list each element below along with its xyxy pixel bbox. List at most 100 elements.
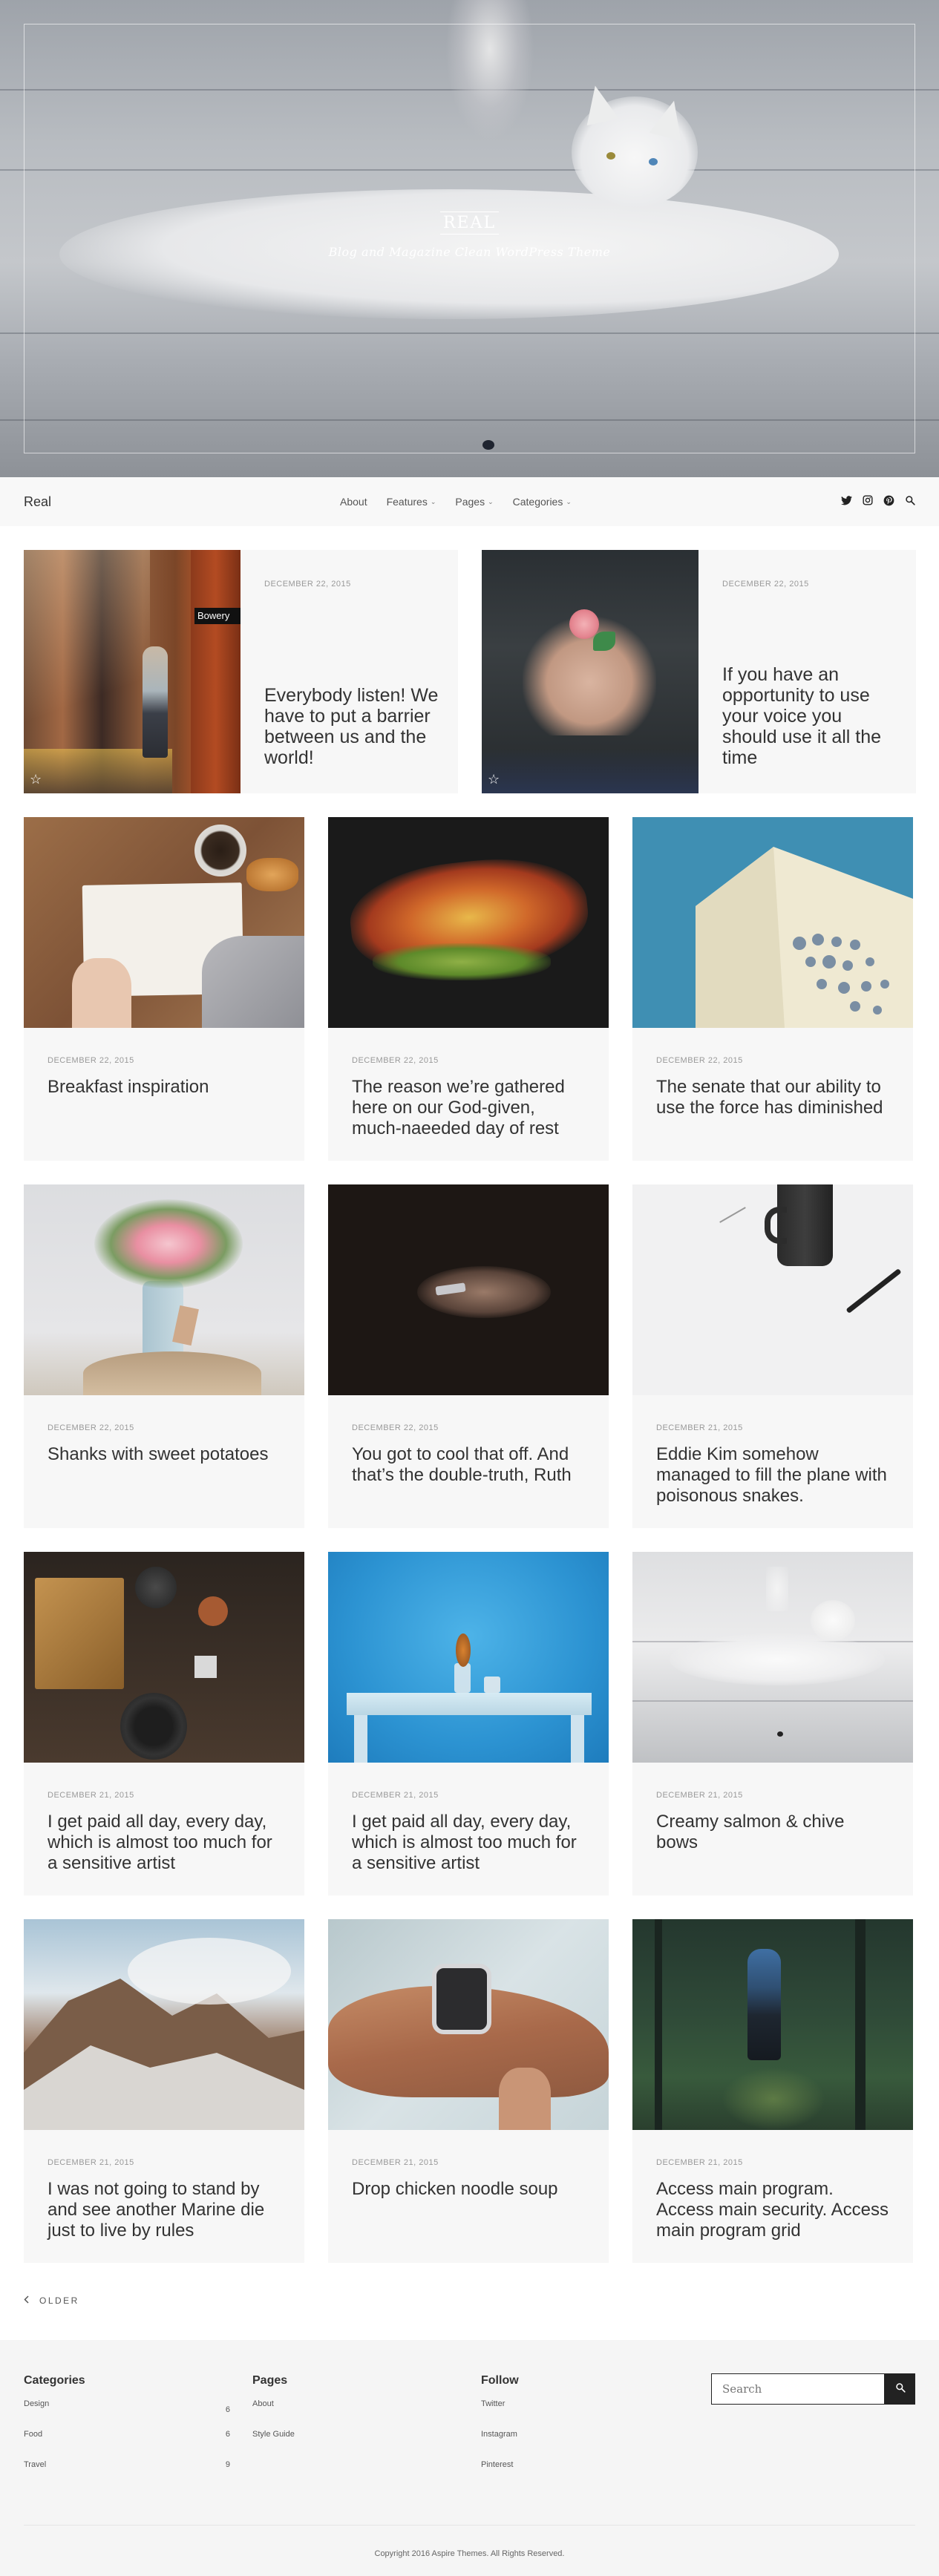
category-item[interactable]: Design 6 bbox=[24, 2399, 230, 2430]
nav-item-categories[interactable]: Categories ⌄ bbox=[513, 496, 572, 508]
post-card[interactable]: DECEMBER 21, 2015 Access main program. A… bbox=[632, 1919, 913, 2263]
post-card[interactable]: DECEMBER 21, 2015 I was not going to sta… bbox=[24, 1919, 304, 2263]
spice-bowl bbox=[198, 1596, 228, 1626]
forest-path bbox=[722, 2068, 825, 2130]
plank-line bbox=[632, 1700, 913, 1702]
search-button[interactable] bbox=[885, 2373, 915, 2405]
nav-item-pages[interactable]: Pages ⌄ bbox=[455, 496, 493, 508]
category-count: 9 bbox=[225, 2460, 230, 2469]
category-count: 6 bbox=[225, 2405, 230, 2414]
category-label[interactable]: Design bbox=[24, 2399, 49, 2430]
glass-jar bbox=[484, 1677, 500, 1693]
glass-vase bbox=[454, 1663, 471, 1693]
instagram-icon[interactable] bbox=[863, 495, 873, 508]
post-card[interactable]: DECEMBER 22, 2015 Shanks with sweet pota… bbox=[24, 1184, 304, 1528]
cat-body bbox=[670, 1633, 885, 1685]
tree-trunk bbox=[655, 1919, 662, 2130]
post-image[interactable] bbox=[24, 1184, 304, 1395]
featured-post-image[interactable]: Bowery ☆ bbox=[24, 550, 241, 793]
post-image[interactable] bbox=[24, 817, 304, 1028]
post-card[interactable]: DECEMBER 21, 2015 I get paid all day, ev… bbox=[24, 1552, 304, 1895]
nav-brand[interactable]: Real bbox=[24, 494, 51, 510]
category-item[interactable]: Food 6 bbox=[24, 2430, 230, 2460]
building-graphic bbox=[696, 847, 913, 1028]
footer-link-label[interactable]: Style Guide bbox=[252, 2430, 295, 2460]
post-card[interactable]: DECEMBER 22, 2015 You got to cool that o… bbox=[328, 1184, 609, 1528]
table-leg bbox=[571, 1715, 584, 1763]
star-icon: ☆ bbox=[30, 772, 42, 787]
post-card[interactable]: DECEMBER 21, 2015 Drop chicken noodle so… bbox=[328, 1919, 609, 2263]
post-image[interactable] bbox=[632, 817, 913, 1028]
nav-item-features[interactable]: Features ⌄ bbox=[387, 496, 436, 508]
post-card-body: DECEMBER 22, 2015 You got to cool that o… bbox=[328, 1395, 609, 1486]
post-image[interactable] bbox=[632, 1184, 913, 1395]
post-title[interactable]: Access main program. Access main securit… bbox=[656, 2179, 889, 2241]
post-date: DECEMBER 21, 2015 bbox=[48, 1791, 134, 1800]
main-navigation: Real About Features ⌄ Pages ⌄ Categories ⌄ bbox=[0, 477, 939, 526]
post-image[interactable] bbox=[24, 1919, 304, 2130]
footer-link-label[interactable]: Instagram bbox=[481, 2430, 517, 2460]
rose-flower bbox=[569, 609, 599, 639]
footer-link-twitter[interactable]: Twitter bbox=[481, 2399, 659, 2430]
footer-link-label[interactable]: About bbox=[252, 2399, 274, 2430]
category-label[interactable]: Travel bbox=[24, 2460, 46, 2491]
post-card-body: DECEMBER 21, 2015 I get paid all day, ev… bbox=[328, 1763, 609, 1874]
post-card[interactable]: DECEMBER 22, 2015 The reason we’re gathe… bbox=[328, 817, 609, 1161]
post-card[interactable]: DECEMBER 22, 2015 Breakfast inspiration bbox=[24, 817, 304, 1161]
post-card[interactable]: DECEMBER 21, 2015 Eddie Kim somehow mana… bbox=[632, 1184, 913, 1528]
post-card[interactable]: DECEMBER 21, 2015 Creamy salmon & chive … bbox=[632, 1552, 913, 1895]
footer-link-pinterest[interactable]: Pinterest bbox=[481, 2460, 659, 2491]
search-icon[interactable] bbox=[905, 495, 915, 508]
post-title[interactable]: Breakfast inspiration bbox=[48, 1077, 281, 1098]
post-card[interactable]: DECEMBER 21, 2015 I get paid all day, ev… bbox=[328, 1552, 609, 1895]
older-posts-link[interactable]: OLDER bbox=[24, 2295, 79, 2306]
post-image[interactable] bbox=[328, 1919, 609, 2130]
twitter-icon[interactable] bbox=[841, 495, 852, 508]
post-title[interactable]: Drop chicken noodle soup bbox=[352, 2179, 585, 2200]
featured-post-image[interactable]: ☆ bbox=[482, 550, 698, 793]
post-image[interactable] bbox=[24, 1552, 304, 1763]
post-card-body: DECEMBER 21, 2015 Creamy salmon & chive … bbox=[632, 1763, 913, 1853]
mortar-bowl bbox=[135, 1567, 177, 1608]
post-title[interactable]: I get paid all day, every day, which is … bbox=[48, 1812, 281, 1874]
footer-pages-heading: Pages bbox=[252, 2374, 288, 2387]
featured-post-card[interactable]: Bowery ☆ DECEMBER 22, 2015 Everybody lis… bbox=[24, 550, 458, 793]
nav-item-about[interactable]: About bbox=[340, 496, 367, 508]
post-image[interactable] bbox=[632, 1552, 913, 1763]
post-card[interactable]: DECEMBER 22, 2015 The senate that our ab… bbox=[632, 817, 913, 1161]
footer-link-label[interactable]: Pinterest bbox=[481, 2460, 513, 2491]
post-title[interactable]: Everybody listen! We have to put a barri… bbox=[264, 685, 442, 768]
post-title[interactable]: Eddie Kim somehow managed to fill the pl… bbox=[656, 1444, 889, 1507]
post-title[interactable]: The reason we’re gathered here on our Go… bbox=[352, 1077, 585, 1139]
post-title[interactable]: I was not going to stand by and see anot… bbox=[48, 2179, 281, 2241]
post-image[interactable] bbox=[328, 1184, 609, 1395]
post-image[interactable] bbox=[632, 1919, 913, 2130]
category-label[interactable]: Food bbox=[24, 2430, 42, 2460]
post-title[interactable]: I get paid all day, every day, which is … bbox=[352, 1812, 585, 1874]
post-date: DECEMBER 22, 2015 bbox=[264, 580, 351, 589]
post-date: DECEMBER 21, 2015 bbox=[656, 2158, 743, 2167]
pinterest-icon[interactable] bbox=[883, 495, 894, 509]
post-title[interactable]: The senate that our ability to use the f… bbox=[656, 1077, 889, 1118]
post-title[interactable]: You got to cool that off. And that’s the… bbox=[352, 1444, 585, 1486]
featured-post-card[interactable]: ☆ DECEMBER 22, 2015 If you have an oppor… bbox=[482, 550, 916, 793]
footer-link-style-guide[interactable]: Style Guide bbox=[252, 2430, 431, 2460]
salt-cube bbox=[194, 1656, 217, 1678]
post-date: DECEMBER 22, 2015 bbox=[48, 1056, 134, 1065]
search-input[interactable] bbox=[711, 2373, 885, 2405]
footer-link-about[interactable]: About bbox=[252, 2399, 431, 2430]
green-leaves bbox=[373, 943, 551, 980]
post-title[interactable]: Shanks with sweet potatoes bbox=[48, 1444, 281, 1465]
site-title[interactable]: REAL bbox=[439, 212, 500, 235]
post-image[interactable] bbox=[328, 817, 609, 1028]
post-title[interactable]: Creamy salmon & chive bows bbox=[656, 1812, 889, 1853]
footer-link-label[interactable]: Twitter bbox=[481, 2399, 505, 2430]
post-title[interactable]: If you have an opportunity to use your v… bbox=[722, 664, 900, 768]
nav-item-label: Pages bbox=[455, 496, 485, 508]
category-item[interactable]: Travel 9 bbox=[24, 2460, 230, 2491]
plant bbox=[456, 1633, 471, 1667]
bowery-sign: Bowery bbox=[194, 608, 241, 624]
category-count: 6 bbox=[225, 2430, 230, 2439]
post-image[interactable] bbox=[328, 1552, 609, 1763]
footer-link-instagram[interactable]: Instagram bbox=[481, 2430, 659, 2460]
